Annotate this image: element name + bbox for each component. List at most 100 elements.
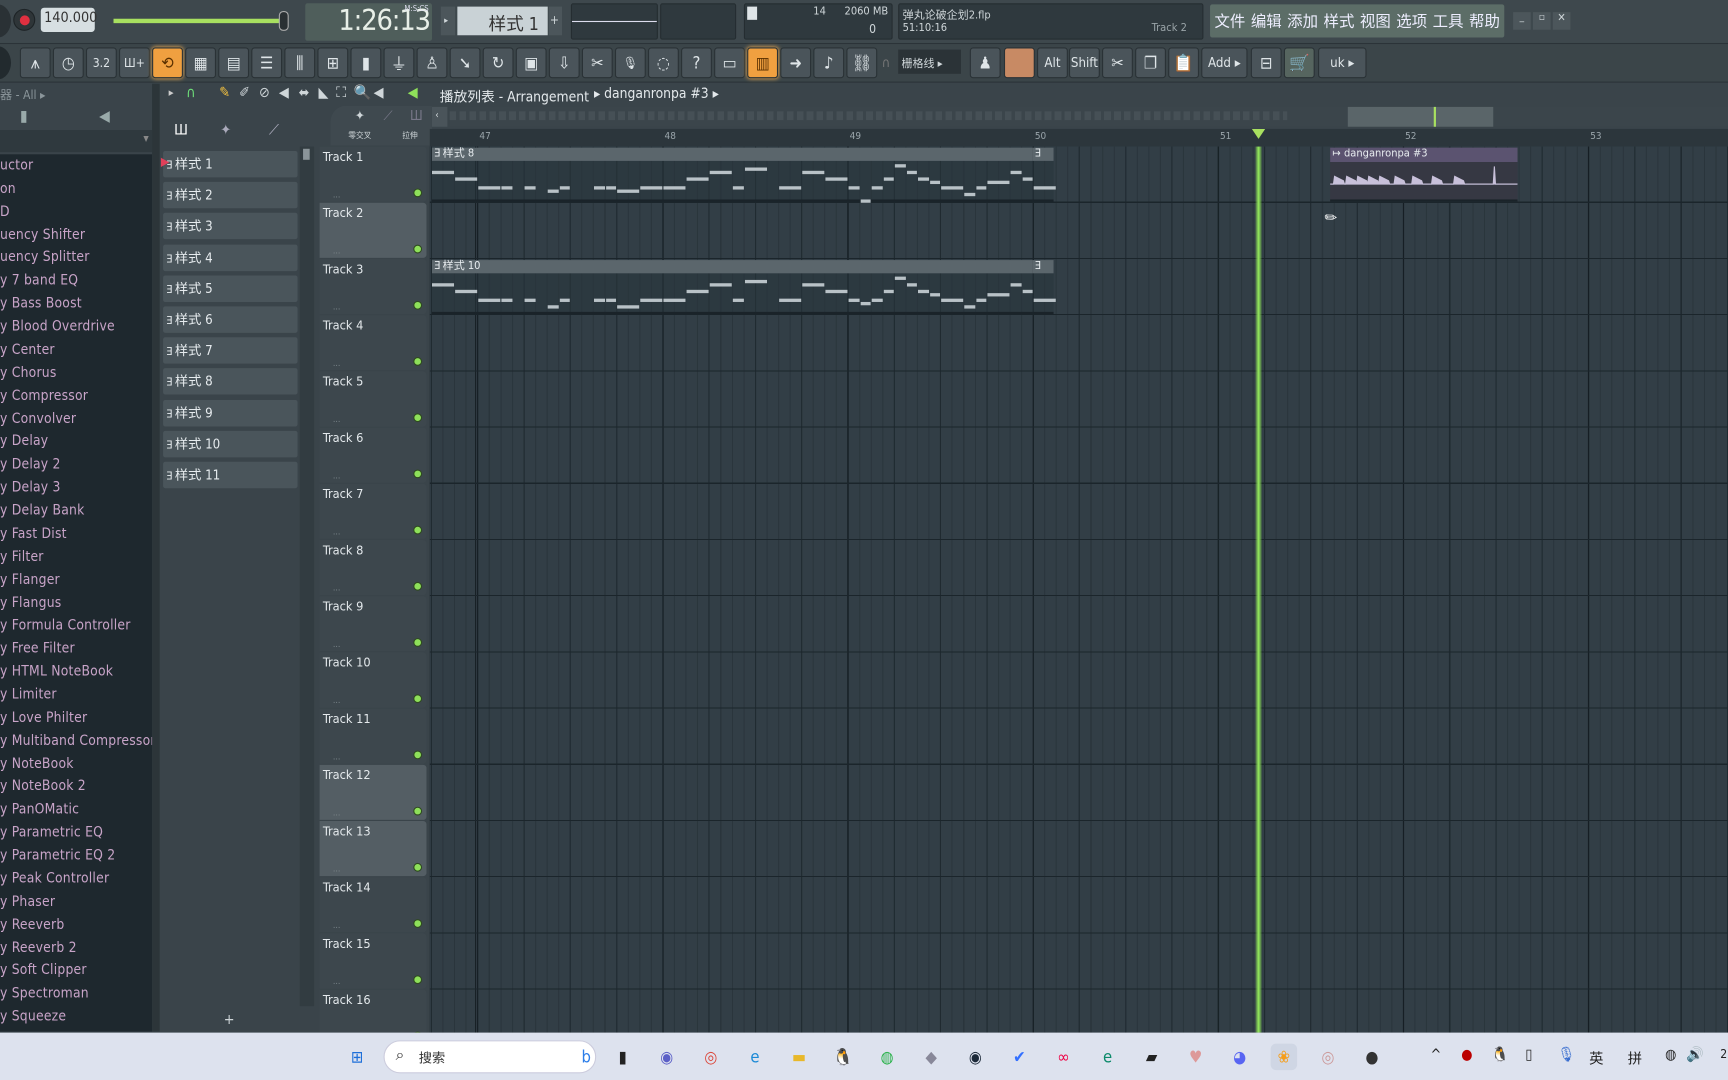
render-button[interactable]: ⇩ [548, 47, 580, 79]
pattern-item[interactable]: Ǝ 样式 6 [163, 306, 298, 333]
pattern-prev-button[interactable]: ▸ [440, 6, 456, 36]
pattern-clip[interactable]: Ǝ 样式 10 [431, 260, 1033, 315]
track-enable-toggle[interactable] [413, 300, 423, 310]
browser-item[interactable]: uctor [0, 156, 33, 173]
piano-roll-button[interactable]: ▤ [218, 47, 250, 79]
mute-tool-icon[interactable]: ◀ [279, 85, 289, 102]
master-volume-slider[interactable] [279, 11, 289, 31]
cut-tool-button[interactable]: ✂ [581, 47, 613, 79]
menu-item[interactable]: 视图 [1360, 13, 1391, 31]
browser-item[interactable]: uency Shifter [0, 225, 85, 242]
clip-header[interactable]: Ǝ 样式 8 [431, 147, 1033, 161]
track-enable-toggle[interactable] [413, 469, 423, 479]
timeline-ruler[interactable]: 47 48 49 50 51 52 53 [429, 128, 1728, 147]
pattern-item[interactable]: Ǝ 样式 8 [163, 368, 298, 395]
file-icon[interactable]: ▮ [20, 108, 28, 126]
tempo-field[interactable]: 140.000 [40, 7, 97, 32]
track-header[interactable]: Track 12... [319, 764, 427, 820]
browser-item[interactable]: y Parametric EQ 2 [0, 846, 115, 863]
track-enable-toggle[interactable] [413, 581, 423, 591]
track-enable-toggle[interactable] [413, 525, 423, 535]
track-enable-toggle[interactable] [413, 357, 423, 366]
breadcrumb[interactable]: ▸ danganronpa #3 ▸ [594, 85, 719, 102]
discord-icon[interactable]: ◕ [1227, 1044, 1253, 1070]
pattern-item[interactable]: Ǝ 样式 2 [163, 182, 298, 209]
playlist-menu-arrow[interactable]: ▸ [169, 87, 174, 99]
plugin-picker-button[interactable]: ⊞ [317, 47, 349, 79]
browser-item[interactable]: y Flangus [0, 593, 61, 610]
slip-tool-icon[interactable]: ⬌ [299, 85, 310, 102]
track-enable-toggle[interactable] [413, 919, 423, 928]
tray-overflow-icon[interactable]: ^ [1430, 1047, 1441, 1064]
track-options[interactable]: ... [333, 302, 341, 312]
uk-button[interactable]: uk ▸ [1318, 47, 1367, 79]
track-enable-toggle[interactable] [413, 694, 423, 704]
track-options[interactable]: ... [333, 695, 341, 705]
clip-header[interactable]: Ǝ [1032, 260, 1054, 274]
cut-button[interactable]: ✂ [1102, 47, 1133, 79]
menu-item[interactable]: 添加 [1287, 13, 1318, 31]
crossfade-label[interactable]: 零交叉 [348, 130, 371, 141]
track-header[interactable]: Track 3... [319, 258, 427, 315]
volume-icon[interactable]: 🔊 [1686, 1047, 1704, 1064]
add-button[interactable]: Add ▸ [1201, 47, 1248, 79]
track-enable-toggle[interactable] [413, 188, 423, 198]
track-options[interactable]: ... [333, 190, 341, 200]
clip-header[interactable]: Ǝ [1032, 147, 1054, 161]
browser-item[interactable]: y Bass Boost [0, 294, 82, 311]
browser-item[interactable]: y Delay 2 [0, 455, 61, 472]
microphone-icon[interactable]: 🎙 [1557, 1047, 1575, 1064]
browser-item[interactable]: y Filter [0, 547, 44, 564]
browser-item[interactable]: y PanOMatic [0, 800, 79, 817]
browser-filter[interactable]: ▼ [0, 130, 153, 153]
alt-key-button[interactable]: Alt [1037, 47, 1068, 79]
track-options[interactable]: ... [333, 527, 341, 537]
menu-item[interactable]: 文件 [1214, 13, 1245, 31]
obs-icon[interactable]: ● [1359, 1044, 1385, 1070]
playhead-marker[interactable] [1251, 128, 1266, 139]
mixer-button[interactable]: ⫼ [284, 47, 316, 79]
speaker-icon[interactable]: ◀ [99, 108, 110, 126]
track-header[interactable]: Track 11... [319, 708, 427, 764]
browser-item[interactable]: y Formula Controller [0, 616, 131, 633]
note-button[interactable]: ♪ [813, 47, 845, 79]
slider-icon[interactable]: ⊟ [1250, 47, 1282, 79]
browser-item[interactable]: y Chorus [0, 363, 57, 380]
audio-clip[interactable]: ↦ danganronpa #3 [1330, 147, 1518, 202]
track-options[interactable]: ... [333, 583, 341, 593]
delete-tool-icon[interactable]: ⊘ [259, 85, 270, 102]
track-options[interactable]: ... [333, 864, 341, 874]
overview-scroll-left[interactable]: ‹ [431, 106, 448, 127]
close-button[interactable]: ✕ [1552, 12, 1571, 30]
terminal-icon[interactable]: ▰ [1138, 1044, 1164, 1070]
add-track-button[interactable]: + [224, 1012, 235, 1029]
browser-item[interactable]: on [0, 179, 16, 196]
browser-item[interactable]: y Limiter [0, 685, 57, 702]
stretch-label[interactable]: 拉伸 [402, 130, 417, 141]
copy-button[interactable]: ❐ [1135, 47, 1166, 79]
shop-cart-icon[interactable]: 🛒 [1283, 47, 1315, 79]
tray-qq-icon[interactable]: 🐧 [1491, 1047, 1509, 1064]
browser-button[interactable]: ♙ [416, 47, 448, 79]
metronome-button[interactable]: ◷ [52, 47, 84, 79]
loop-record-button[interactable]: ⟲ [152, 47, 183, 79]
pattern-view-icon[interactable]: Ш [410, 108, 423, 123]
menu-item[interactable]: 选项 [1396, 13, 1427, 31]
browser-item[interactable]: y Love Philter [0, 708, 87, 725]
browser-item[interactable]: y Phaser [0, 892, 55, 909]
steam-icon[interactable]: ◉ [962, 1044, 988, 1070]
undo-button[interactable]: ↻ [482, 47, 514, 79]
browser-item[interactable]: y Delay [0, 432, 48, 449]
browser-item[interactable]: y Blood Overdrive [0, 317, 115, 334]
pattern-item[interactable]: Ǝ 样式 11 [163, 461, 298, 489]
browser-splitter[interactable] [152, 83, 160, 1032]
app-icon[interactable]: ◆ [918, 1044, 944, 1070]
file-explorer-icon[interactable]: ▬ [786, 1044, 812, 1070]
link-button[interactable]: ⛓ [846, 47, 878, 79]
menu-item[interactable]: 编辑 [1251, 13, 1282, 31]
windows-start-icon[interactable]: ⊞ [344, 1044, 370, 1070]
browser-item[interactable]: y Reeverb [0, 915, 64, 932]
clip-header[interactable]: Ǝ 样式 10 [431, 260, 1033, 274]
pattern-item[interactable]: Ǝ 样式 10 [163, 430, 298, 458]
browser-item[interactable]: y Multiband Compressor [0, 731, 156, 748]
